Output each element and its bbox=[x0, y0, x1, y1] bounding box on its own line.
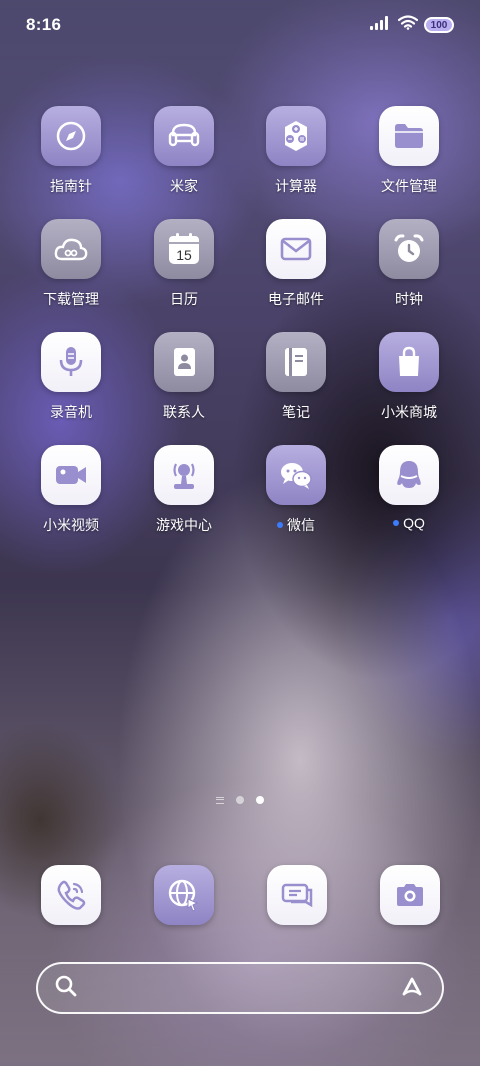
page-indicator[interactable] bbox=[0, 796, 480, 804]
app-mi-video[interactable]: 小米视频 bbox=[16, 445, 126, 535]
app-label: 文件管理 bbox=[381, 178, 437, 194]
wifi-icon bbox=[397, 15, 419, 35]
app-label: 录音机 bbox=[50, 404, 92, 420]
browser-globe-icon bbox=[168, 879, 199, 912]
app-mijia[interactable]: 米家 bbox=[129, 106, 239, 196]
phone-icon bbox=[57, 880, 86, 910]
app-calendar[interactable]: 15 日历 bbox=[129, 219, 239, 309]
page-dot bbox=[236, 796, 244, 804]
app-download-manager[interactable]: 下载管理 bbox=[16, 219, 126, 309]
microphone-icon bbox=[41, 332, 101, 392]
app-label: 小米视频 bbox=[43, 517, 99, 533]
calendar-date: 15 bbox=[176, 247, 192, 263]
app-file-manager[interactable]: 文件管理 bbox=[354, 106, 464, 196]
camera-icon bbox=[397, 884, 423, 906]
app-mi-store[interactable]: 小米商城 bbox=[354, 332, 464, 422]
app-label-wechat: 微信 bbox=[277, 515, 315, 535]
app-label: 下载管理 bbox=[43, 291, 99, 307]
dock-browser[interactable] bbox=[154, 865, 214, 925]
app-email[interactable]: 电子邮件 bbox=[241, 219, 351, 309]
app-label: QQ bbox=[403, 515, 425, 531]
dock-phone[interactable] bbox=[41, 865, 101, 925]
video-camera-icon bbox=[41, 445, 101, 505]
wechat-icon bbox=[266, 445, 326, 505]
messages-icon bbox=[281, 883, 313, 908]
notification-dot bbox=[277, 522, 283, 528]
app-clock[interactable]: 时钟 bbox=[354, 219, 464, 309]
app-label: 时钟 bbox=[395, 291, 423, 307]
mail-icon bbox=[266, 219, 326, 279]
calendar-icon: 15 bbox=[154, 219, 214, 279]
app-label: 指南针 bbox=[50, 178, 92, 194]
status-bar: 8:16 100 bbox=[0, 0, 480, 50]
app-label: 联系人 bbox=[163, 404, 205, 420]
signal-icon bbox=[370, 15, 392, 35]
shopping-bag-icon bbox=[379, 332, 439, 392]
app-label: 游戏中心 bbox=[156, 517, 212, 533]
sofa-icon bbox=[154, 106, 214, 166]
app-qq[interactable]: QQ bbox=[354, 445, 464, 531]
dock-camera[interactable] bbox=[380, 865, 440, 925]
qq-penguin-icon bbox=[379, 445, 439, 505]
app-contacts[interactable]: 联系人 bbox=[129, 332, 239, 422]
notification-dot bbox=[393, 520, 400, 526]
app-recorder[interactable]: 录音机 bbox=[16, 332, 126, 422]
battery-indicator: 100 bbox=[424, 17, 454, 33]
ai-assistant-icon[interactable] bbox=[398, 974, 426, 1003]
app-label: 米家 bbox=[170, 178, 198, 194]
app-wechat[interactable]: 微信 bbox=[241, 445, 351, 535]
dock-messages[interactable] bbox=[267, 865, 327, 925]
app-label: 笔记 bbox=[282, 404, 310, 420]
search-bar[interactable] bbox=[36, 962, 444, 1014]
app-notes[interactable]: 笔记 bbox=[241, 332, 351, 422]
app-game-center[interactable]: 游戏中心 bbox=[129, 445, 239, 535]
app-calculator[interactable]: 计算器 bbox=[241, 106, 351, 196]
feed-page-icon bbox=[216, 796, 224, 804]
calculator-icon bbox=[266, 106, 326, 166]
search-icon bbox=[54, 974, 78, 1003]
status-icons: 100 bbox=[370, 15, 454, 35]
folder-icon bbox=[379, 106, 439, 166]
game-center-icon bbox=[154, 445, 214, 505]
compass-icon bbox=[41, 106, 101, 166]
app-label: 微信 bbox=[287, 517, 315, 533]
app-label: 计算器 bbox=[275, 178, 317, 194]
page-dot-active bbox=[256, 796, 264, 804]
app-label-qq: QQ bbox=[393, 515, 425, 531]
notes-icon bbox=[266, 332, 326, 392]
app-label: 小米商城 bbox=[381, 404, 437, 420]
app-label: 日历 bbox=[170, 291, 198, 307]
app-compass[interactable]: 指南针 bbox=[16, 106, 126, 196]
app-label: 电子邮件 bbox=[268, 291, 324, 307]
status-time: 8:16 bbox=[26, 15, 62, 34]
contacts-icon bbox=[154, 332, 214, 392]
alarm-clock-icon bbox=[379, 219, 439, 279]
cloud-download-icon bbox=[41, 219, 101, 279]
